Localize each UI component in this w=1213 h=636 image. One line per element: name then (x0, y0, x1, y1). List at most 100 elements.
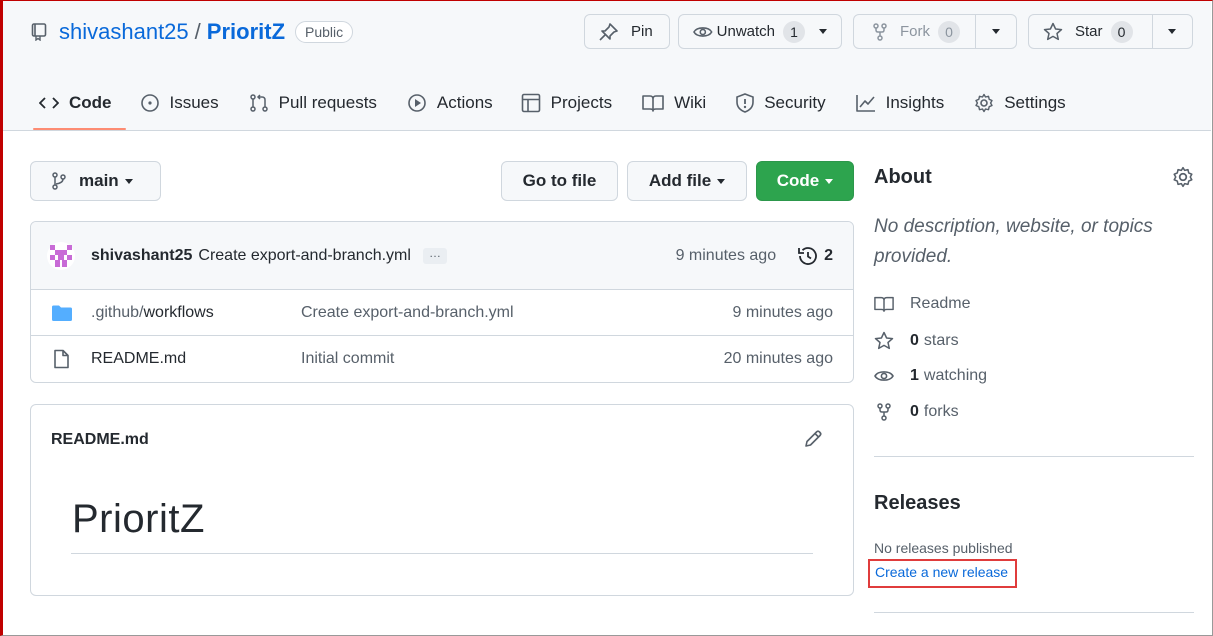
file-icon (54, 349, 69, 369)
file-browser: shivashant25 Create export-and-branch.ym… (30, 221, 854, 383)
fork-button[interactable]: Fork 0 (854, 20, 975, 43)
commit-time[interactable]: 9 minutes ago (676, 247, 777, 265)
branch-select-button[interactable]: main (30, 161, 161, 201)
star-count: 0 (1110, 20, 1133, 43)
repo-tabs: Code Issues Pull requests Actions Projec… (3, 78, 1084, 130)
stars-count: 0 (910, 331, 919, 349)
commit-history-link[interactable]: 2 (796, 246, 833, 266)
file-commit-time: 9 minutes ago (732, 303, 833, 321)
tab-settings[interactable]: Settings (974, 78, 1083, 128)
commit-count: 2 (824, 246, 833, 264)
chevron-down-icon (1168, 29, 1177, 34)
tab-security[interactable]: Security (736, 78, 843, 128)
chevron-down-icon (717, 178, 726, 184)
eye-icon (693, 26, 713, 37)
readme-title[interactable]: README.md (51, 431, 149, 449)
forks-count: 0 (910, 403, 919, 420)
tab-label: Settings (1004, 93, 1066, 112)
chevron-down-icon (825, 178, 834, 184)
tab-label: Code (69, 93, 112, 112)
eye-icon (874, 371, 894, 381)
tab-projects[interactable]: Projects (521, 78, 630, 128)
tab-label: Security (764, 93, 826, 112)
tab-pull-requests[interactable]: Pull requests (249, 78, 395, 128)
commit-expand-button[interactable]: … (422, 247, 447, 264)
file-name-leaf: workflows (143, 303, 214, 321)
commit-message[interactable]: Create export-and-branch.yml (198, 247, 411, 265)
repo-icon (31, 23, 47, 41)
tab-wiki[interactable]: Wiki (642, 78, 724, 128)
folder-icon (52, 305, 72, 321)
commit-author[interactable]: shivashant25 (91, 247, 192, 265)
about-title: About (874, 166, 932, 188)
fork-icon (873, 22, 887, 41)
no-releases-text: No releases published (874, 540, 1013, 556)
star-dropdown[interactable] (1153, 29, 1192, 34)
fork-dropdown[interactable] (976, 29, 1016, 34)
about-description: No description, website, or topics provi… (874, 216, 1153, 267)
shield-icon (736, 93, 755, 113)
readme-panel: README.md PrioritZ (30, 404, 854, 596)
file-commit-message[interactable]: Create export-and-branch.yml (301, 304, 514, 322)
pencil-icon[interactable] (803, 429, 823, 449)
add-file-button[interactable]: Add file (627, 161, 747, 201)
gear-icon[interactable] (1172, 166, 1194, 188)
add-file-label: Add file (648, 171, 712, 190)
releases-title[interactable]: Releases (874, 492, 961, 515)
tab-label: Wiki (674, 93, 707, 112)
fork-count: 0 (938, 20, 960, 43)
star-icon (874, 331, 894, 350)
play-icon (408, 94, 426, 112)
unwatch-dropdown[interactable] (805, 29, 841, 34)
branch-name: main (79, 171, 119, 190)
tab-actions[interactable]: Actions (407, 78, 511, 128)
star-button-group: Star 0 (1028, 14, 1193, 49)
repo-separator: / (194, 19, 201, 44)
graph-icon (855, 95, 875, 112)
repo-name-link[interactable]: PrioritZ (207, 19, 285, 45)
file-name-path: .github/ (91, 303, 144, 321)
repo-owner-link[interactable]: shivashant25 (59, 19, 189, 45)
stars-link[interactable]: 0 stars (874, 331, 959, 350)
file-commit-message[interactable]: Initial commit (301, 350, 394, 368)
file-row[interactable]: README.md Initial commit 20 minutes ago (31, 336, 853, 382)
unwatch-button-group: Unwatch 1 (678, 14, 842, 49)
fork-icon (877, 403, 891, 421)
readme-link-label: Readme (910, 295, 971, 312)
tab-code[interactable]: Code (33, 78, 130, 130)
tab-insights[interactable]: Insights (855, 78, 963, 128)
branch-icon (52, 172, 66, 190)
chevron-down-icon (124, 178, 133, 184)
code-button[interactable]: Code (756, 161, 854, 201)
pin-label: Pin (631, 23, 653, 40)
chevron-down-icon (992, 29, 1001, 34)
book-icon (642, 95, 664, 112)
repo-title: shivashant25 / PrioritZ Public (31, 19, 354, 45)
tab-label: Actions (436, 93, 493, 112)
watch-count: 1 (783, 20, 805, 43)
readme-link[interactable]: Readme (874, 295, 970, 313)
file-row[interactable]: .github/workflows Create export-and-bran… (31, 290, 853, 336)
tab-label: Issues (169, 93, 219, 112)
watching-link[interactable]: 1 watching (874, 367, 987, 385)
pin-icon (599, 22, 618, 41)
star-button[interactable]: Star 0 (1029, 20, 1152, 43)
chevron-down-icon (819, 29, 827, 34)
file-name[interactable]: .github/workflows (91, 304, 301, 322)
tab-label: Projects (550, 93, 613, 112)
latest-commit-row: shivashant25 Create export-and-branch.ym… (31, 222, 853, 290)
go-to-file-button[interactable]: Go to file (501, 161, 618, 201)
create-release-link[interactable]: Create a new release (868, 559, 1017, 588)
tab-issues[interactable]: Issues (140, 78, 237, 128)
tab-label: Insights (885, 93, 945, 112)
forks-link[interactable]: 0 forks (874, 403, 959, 421)
watching-label: watching (923, 367, 988, 384)
file-name[interactable]: README.md (91, 350, 301, 368)
unwatch-button[interactable]: Unwatch 1 (679, 20, 805, 43)
code-button-label: Code (776, 171, 820, 190)
sidebar-divider (874, 456, 1194, 457)
avatar[interactable] (47, 241, 75, 270)
issue-icon (140, 94, 159, 112)
pin-button[interactable]: Pin (584, 14, 670, 49)
history-icon (798, 246, 817, 265)
